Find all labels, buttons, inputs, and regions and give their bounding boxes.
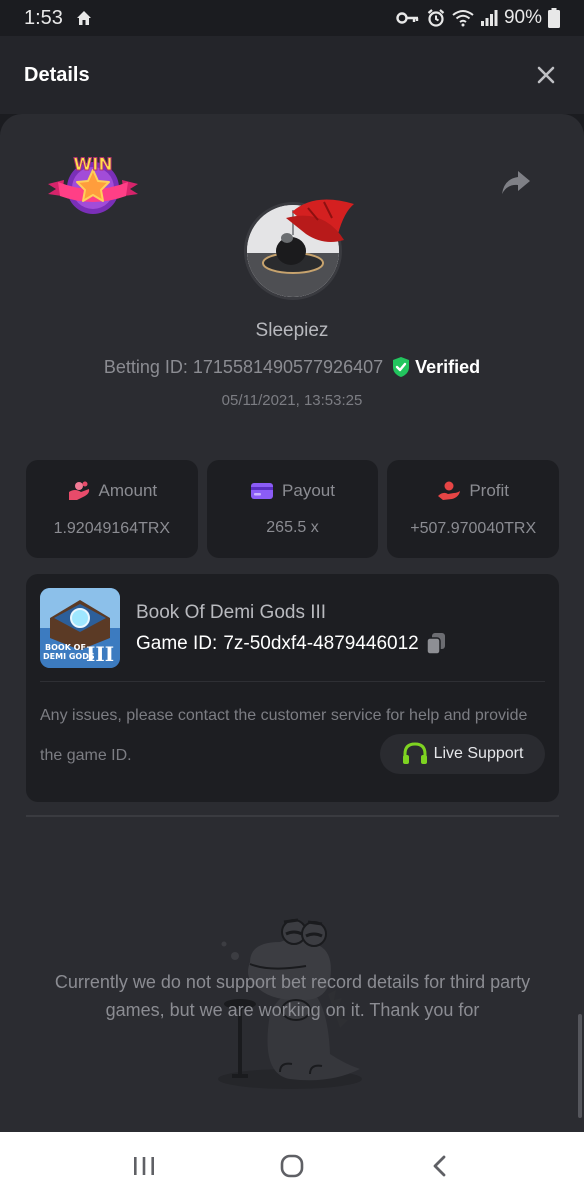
- stat-payout-value: 265.5 x: [266, 519, 319, 536]
- close-button[interactable]: [532, 61, 560, 89]
- live-support-button[interactable]: Live Support: [380, 734, 545, 774]
- recents-icon: [134, 1157, 154, 1175]
- win-badge-text: WIN: [73, 155, 112, 175]
- card-icon: [251, 483, 274, 499]
- system-nav-bar: [0, 1132, 584, 1200]
- wifi-icon: [452, 9, 474, 27]
- page-title: Details: [24, 63, 90, 86]
- third-party-notice: Currently we do not support bet record d…: [54, 972, 531, 1020]
- stat-amount-value: 1.92049164TRX: [53, 520, 171, 537]
- copy-button[interactable]: [425, 632, 447, 656]
- game-thumbnail[interactable]: BOOK OF DEMI GODS III: [40, 588, 120, 668]
- status-icons: 90%: [396, 7, 560, 29]
- share-icon: [502, 171, 530, 194]
- win-badge: WIN: [46, 148, 140, 220]
- game-id-label: Game ID:: [136, 633, 218, 654]
- battery-icon: [548, 8, 560, 28]
- stat-profit-label: Profit: [469, 481, 510, 500]
- home-circle-icon: [280, 1154, 304, 1178]
- home-button[interactable]: [272, 1146, 312, 1186]
- stat-payout-label: Payout: [282, 481, 335, 500]
- game-thumb-text-3: III: [86, 642, 114, 666]
- signal-icon: [480, 9, 498, 27]
- coins-icon: [68, 481, 89, 500]
- game-id-row: Game ID: 7z-50dxf4-4879446012: [136, 632, 447, 656]
- details-header: Details: [0, 36, 584, 114]
- key-icon: [396, 10, 420, 26]
- stat-profit-value: +507.970040TRX: [410, 520, 537, 537]
- shield-check-icon: [393, 357, 410, 377]
- recents-button[interactable]: [124, 1146, 164, 1186]
- bet-timestamp: 05/11/2021, 13:53:25: [221, 392, 363, 409]
- stat-profit: Profit +507.970040TRX: [387, 460, 560, 558]
- verified-label: Verified: [415, 356, 481, 377]
- close-icon: [537, 66, 555, 84]
- betting-id-row: Betting ID: 1715581490577926407 Verified: [0, 356, 584, 378]
- game-thumb-text-1: BOOK OF: [45, 643, 86, 652]
- stat-amount: Amount 1.92049164TRX: [26, 460, 198, 558]
- status-bar: 1:53 90%: [0, 0, 584, 36]
- wizard-hat-icon: [284, 190, 358, 250]
- betting-id: Betting ID: 1715581490577926407: [103, 356, 384, 377]
- share-button[interactable]: [500, 168, 532, 198]
- username: Sleepiez: [255, 320, 329, 341]
- game-card-divider: [40, 681, 545, 682]
- status-time: 1:53: [24, 6, 63, 29]
- back-icon: [433, 1155, 446, 1177]
- game-id-value: 7z-50dxf4-4879446012: [223, 633, 419, 654]
- hand-money-icon: [438, 481, 461, 500]
- section-divider: [26, 815, 559, 817]
- headset-icon: [402, 742, 427, 764]
- stats-row: Amount 1.92049164TRX Payout 265.5 x Prof…: [26, 460, 560, 558]
- verified-badge: Verified: [391, 356, 480, 378]
- battery-percent: 90%: [503, 7, 542, 28]
- game-title: Book Of Demi Gods III: [136, 602, 327, 623]
- back-button[interactable]: [420, 1146, 460, 1186]
- scroll-indicator-right[interactable]: [578, 1014, 582, 1118]
- home-icon: [75, 9, 93, 27]
- copy-icon: [426, 633, 445, 655]
- alarm-icon: [426, 8, 446, 28]
- stat-amount-label: Amount: [98, 481, 158, 500]
- live-support-label: Live Support: [433, 745, 524, 762]
- stat-payout: Payout 265.5 x: [206, 460, 379, 558]
- game-card: BOOK OF DEMI GODS III Book Of Demi Gods …: [26, 574, 559, 802]
